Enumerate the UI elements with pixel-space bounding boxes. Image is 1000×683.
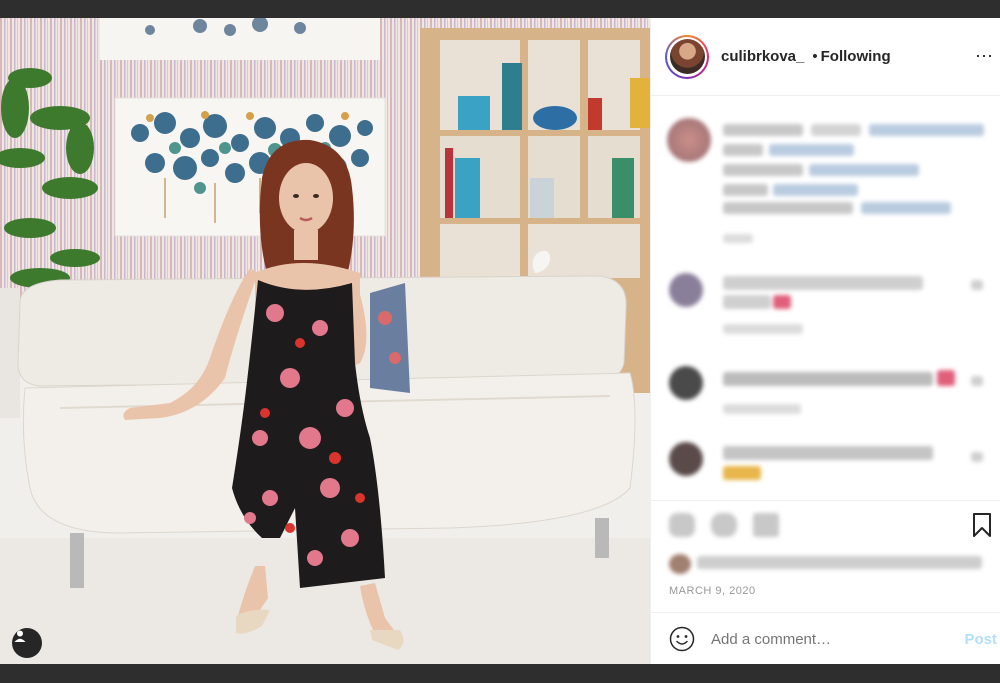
emoji-icon[interactable] (669, 626, 695, 652)
comment-emoji-redacted (773, 295, 791, 309)
comment-text-redacted (723, 295, 771, 309)
more-options-icon[interactable]: ⋯ (975, 46, 994, 67)
bookmark-icon[interactable] (971, 512, 993, 538)
share-icon[interactable] (753, 513, 779, 537)
comment-icon[interactable] (711, 513, 737, 537)
comment-text-redacted (723, 446, 933, 460)
screen-bottom-border (0, 664, 1000, 683)
comment-like-icon[interactable] (971, 452, 983, 462)
caption-link-redacted (773, 184, 858, 196)
commenter-avatar[interactable] (669, 273, 703, 307)
liker-avatar[interactable] (669, 554, 691, 574)
caption-avatar[interactable] (667, 118, 711, 162)
caption-text-redacted (811, 124, 861, 136)
photo-scene (0, 18, 650, 664)
user-tag-icon[interactable] (12, 628, 42, 658)
comment-emoji-redacted (723, 466, 761, 480)
like-icon[interactable] (669, 513, 695, 537)
caption-link-redacted (861, 202, 951, 214)
section-divider (651, 500, 1000, 501)
post-sidebar: culibrkova_ • Following ⋯ MARCH 9, 2020 … (650, 18, 1000, 664)
caption-link-redacted (769, 144, 854, 156)
following-button[interactable]: Following (821, 48, 891, 65)
caption-text-redacted (723, 164, 803, 176)
comment-meta-redacted (723, 324, 803, 334)
author-username[interactable]: culibrkova_ (721, 48, 804, 65)
caption-text-redacted (723, 124, 803, 136)
post-header: culibrkova_ • Following ⋯ (651, 18, 1000, 96)
comment-meta-redacted (723, 404, 801, 414)
section-divider (651, 612, 1000, 613)
comment-input[interactable] (711, 630, 931, 648)
likes-text-redacted (697, 556, 982, 569)
post-comment-button[interactable]: Post (964, 631, 997, 648)
header-separator: • (812, 48, 818, 65)
comment-composer: Post (651, 614, 1000, 664)
comment-like-icon[interactable] (971, 376, 983, 386)
post-photo[interactable] (0, 18, 650, 664)
screen-top-border (0, 0, 1000, 18)
caption-link-redacted (869, 124, 984, 136)
commenter-avatar[interactable] (669, 366, 703, 400)
caption-link-redacted (809, 164, 919, 176)
author-avatar[interactable] (665, 34, 709, 79)
commenter-avatar[interactable] (669, 442, 703, 476)
avatar-image (669, 39, 705, 74)
comment-like-icon[interactable] (971, 280, 983, 290)
caption-text-redacted (723, 144, 763, 156)
caption-time-redacted (723, 234, 753, 243)
caption-text-redacted (723, 184, 768, 196)
comment-emoji-redacted (937, 370, 955, 386)
post-date[interactable]: MARCH 9, 2020 (669, 585, 756, 597)
instagram-post-modal: culibrkova_ • Following ⋯ MARCH 9, 2020 … (0, 18, 1000, 664)
comment-text-redacted (723, 372, 933, 386)
comment-text-redacted (723, 276, 923, 290)
caption-text-redacted (723, 202, 853, 214)
